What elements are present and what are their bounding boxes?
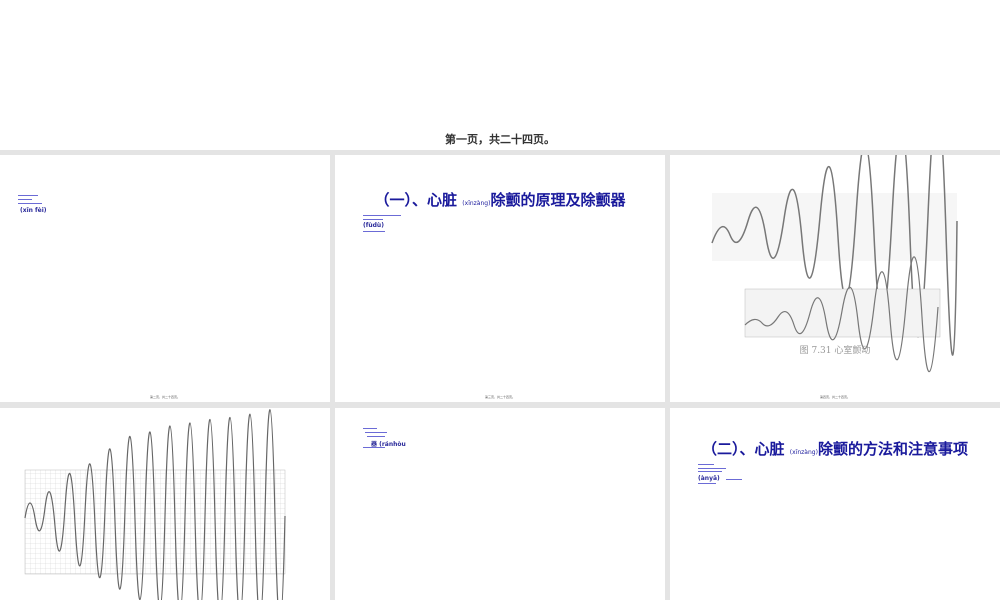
tiny-text-line: [698, 483, 716, 484]
tiny-text-line: [18, 203, 42, 204]
slide-inline-text: (ànyā): [698, 475, 720, 482]
slide-thumbnail-4[interactable]: [0, 408, 330, 600]
slide-inline-text: (fùdù): [363, 222, 384, 229]
tiny-text-line: [363, 447, 385, 448]
document-top-margin: 第一页，共二十四页。: [0, 0, 1000, 150]
slide-thumbnail-3[interactable]: 图 7.31 心室颤动 第四页，共二十四页。: [670, 155, 1000, 402]
figure-caption: 图 7.31 心室颤动: [800, 344, 871, 356]
ecg-figure: 图 7.31 心室颤动: [711, 155, 958, 373]
tiny-text-line: [363, 219, 383, 220]
slide-footer: 第二页，共二十四页。: [149, 395, 180, 399]
tiny-text-line: [698, 468, 726, 469]
page-counter: 第一页，共二十四页。: [445, 133, 555, 146]
slide-thumbnail-1[interactable]: (xīn fèi) 第二页，共二十四页。: [0, 155, 330, 402]
ecg-strip-upper-bg: [712, 193, 957, 261]
tiny-text-line: [18, 199, 32, 200]
slide-title: （一）、心脏 (xīnzàng)除颤的原理及除颤器: [374, 191, 626, 209]
slide-thumbnail-6[interactable]: （二）、心脏 (xīnzàng)除颤的方法和注意事项 (ànyā): [670, 408, 1000, 600]
ecg-strip-lower-bg: [744, 288, 941, 338]
slide-thumbnail-5[interactable]: 器 (ránhòu: [335, 408, 665, 600]
slide-inline-text: (xīn fèi): [20, 207, 47, 214]
tiny-text-line: [363, 428, 377, 429]
slide-title: （二）、心脏 (xīnzàng)除颤的方法和注意事项: [702, 440, 968, 458]
tiny-text-line: [18, 195, 38, 196]
tiny-text-line: [698, 464, 714, 465]
slide-footer: 第三页，共二十四页。: [484, 395, 515, 399]
tiny-text-line: [363, 215, 401, 216]
ecg-grid-figure: [24, 409, 286, 600]
tiny-text-line: [363, 231, 385, 232]
tiny-text-line: [367, 436, 385, 437]
slide-footer: 第四页，共二十四页。: [819, 395, 850, 399]
tiny-text-line: [365, 432, 387, 433]
slide-thumbnail-2[interactable]: （一）、心脏 (xīnzàng)除颤的原理及除颤器 (fùdù) 第三页，共二十…: [335, 155, 665, 402]
tiny-text-line: [698, 471, 722, 472]
tiny-text-line: [726, 479, 742, 480]
